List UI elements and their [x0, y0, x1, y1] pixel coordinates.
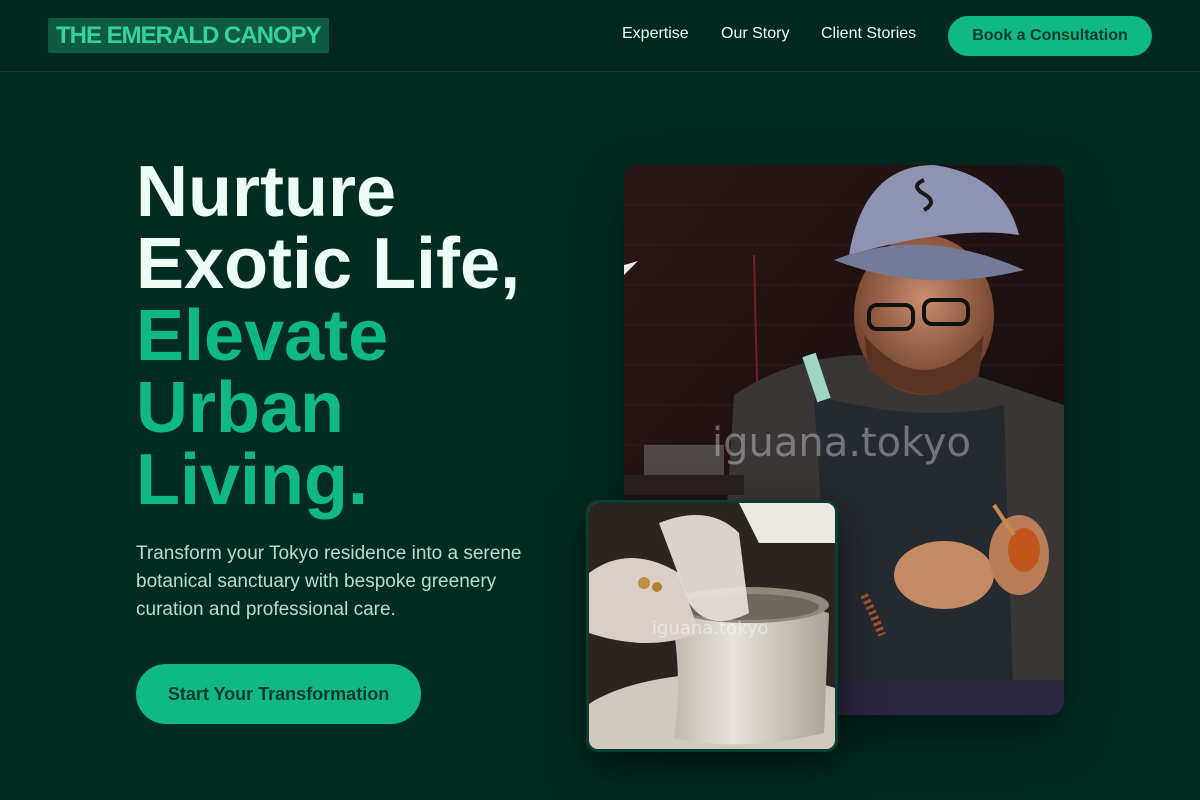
image-watermark: iguana.tokyo: [712, 420, 971, 466]
nav-link-expertise[interactable]: Expertise: [622, 25, 689, 43]
headline-line-accent: Living.: [136, 440, 368, 520]
headline-line-accent: Urban: [136, 368, 345, 448]
headline-line-accent: Elevate: [136, 296, 389, 376]
book-consultation-button[interactable]: Book a Consultation: [948, 16, 1152, 56]
nav-link-client-stories[interactable]: Client Stories: [821, 25, 916, 43]
headline-line: Nurture: [136, 152, 397, 232]
hero-subtitle: Transform your Tokyo residence into a se…: [136, 543, 522, 620]
brand-logo[interactable]: THE EMERALD CANOPY: [48, 18, 329, 53]
image-watermark: iguana.tokyo: [652, 618, 769, 639]
site-header: THE EMERALD CANOPY Expertise Our Story C…: [0, 0, 1200, 72]
nav-link-our-story[interactable]: Our Story: [721, 25, 789, 43]
start-transformation-button[interactable]: Start Your Transformation: [136, 664, 421, 724]
headline-line: Exotic Life,: [136, 224, 521, 304]
hero-headline: Nurture Exotic Life, Elevate Urban Livin…: [136, 156, 596, 516]
